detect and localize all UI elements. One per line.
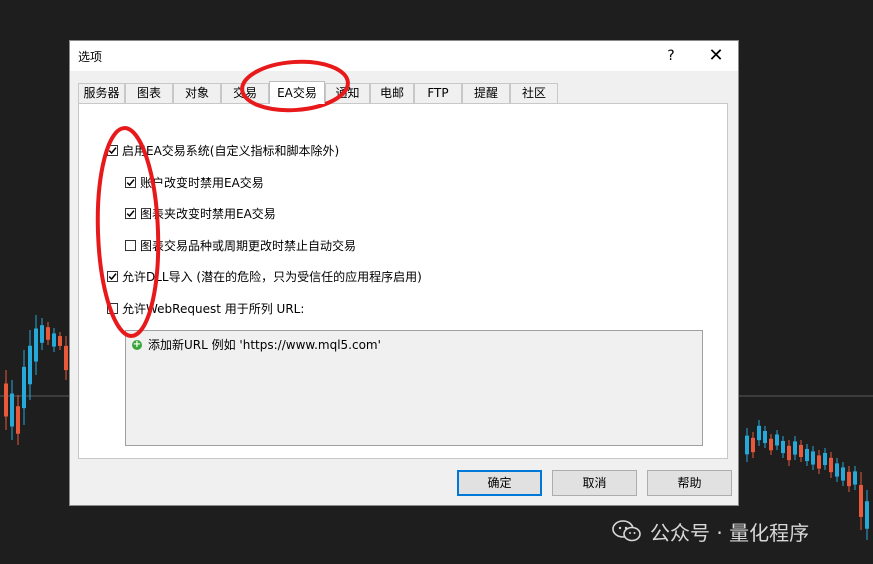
help-button[interactable]: 帮助 (647, 470, 732, 496)
tab-community[interactable]: 社区 (510, 83, 558, 103)
tab-notifications[interactable]: 通知 (325, 83, 370, 103)
check-icon (108, 272, 117, 280)
options-dialog: 选项 ? ✕ 服务器 图表 对象 交易 EA交易 通知 电邮 FTP 提醒 社区… (69, 40, 739, 506)
candle-body (58, 336, 62, 346)
allow-dll-label: 允许DLL导入 (潜在的危险，只为受信任的应用程序启用) (122, 269, 422, 284)
close-icon[interactable]: ✕ (701, 44, 731, 68)
url-list[interactable]: + 添加新URL 例如 'https://www.mql5.com' (125, 330, 703, 446)
tab-charts[interactable]: 图表 (125, 83, 173, 103)
candle-body (835, 463, 839, 477)
ea-settings-panel: 启用EA交易系统(自定义指标和脚本除外) 账户改变时禁用EA交易 图表夹改变时禁… (78, 103, 728, 459)
watermark: 公众号 · 量化程序 (612, 514, 809, 548)
candle-body (799, 444, 803, 458)
tab-trade[interactable]: 交易 (221, 83, 269, 103)
candle-body (28, 345, 32, 385)
candle-body (10, 393, 14, 427)
candle-body (811, 451, 815, 465)
candle-body (757, 425, 761, 441)
wechat-icon (612, 520, 641, 542)
candle-body (823, 452, 827, 466)
candle-body (775, 434, 779, 446)
check-icon (108, 146, 117, 154)
candle-body (40, 325, 44, 343)
allow-webrequest-checkbox[interactable] (107, 302, 118, 314)
candle-body (22, 366, 26, 409)
allow-dll-option[interactable]: 允许DLL导入 (潜在的危险，只为受信任的应用程序启用) (107, 268, 422, 284)
candle-body (781, 440, 785, 454)
add-icon: + (132, 338, 142, 350)
tab-objects[interactable]: 对象 (173, 83, 221, 103)
tab-expert-advisors[interactable]: EA交易 (269, 81, 325, 104)
tab-ftp[interactable]: FTP (414, 83, 462, 103)
candle-body (34, 328, 38, 362)
disable-on-symbol-change-checkbox[interactable] (125, 239, 136, 251)
candle-body (805, 448, 809, 462)
candle-body (847, 471, 851, 487)
allow-webrequest-option[interactable]: 允许WebRequest 用于所列 URL: (107, 300, 304, 316)
candle-body (769, 438, 773, 451)
disable-on-account-change-label: 账户改变时禁用EA交易 (140, 175, 264, 190)
candle-body (817, 455, 821, 469)
cancel-button[interactable]: 取消 (552, 470, 637, 496)
add-url-label: 添加新URL 例如 'https://www.mql5.com' (148, 338, 381, 352)
candle-body (865, 501, 869, 529)
title-bar: 选项 ? ✕ (70, 41, 738, 71)
tab-alerts[interactable]: 提醒 (462, 83, 510, 103)
candle-body (16, 406, 20, 434)
candle-body (829, 457, 833, 473)
candle-body (763, 430, 767, 444)
candle-body (859, 485, 863, 517)
disable-on-account-change-checkbox[interactable] (125, 176, 136, 188)
disable-on-symbol-change-label: 图表交易品种或周期更改时禁止自动交易 (140, 238, 357, 253)
add-url-item[interactable]: + 添加新URL 例如 'https://www.mql5.com' (132, 336, 381, 353)
disable-on-symbol-change-option[interactable]: 图表交易品种或周期更改时禁止自动交易 (125, 237, 356, 253)
enable-ea-checkbox[interactable] (107, 144, 118, 156)
disable-on-account-change-option[interactable]: 账户改变时禁用EA交易 (125, 174, 264, 190)
candle-body (787, 445, 791, 461)
candle-body (853, 471, 857, 485)
enable-ea-label: 启用EA交易系统(自定义指标和脚本除外) (122, 143, 340, 158)
check-icon (126, 209, 135, 217)
candle-body (841, 467, 845, 481)
disable-on-profile-change-option[interactable]: 图表夹改变时禁用EA交易 (125, 205, 276, 221)
dialog-title: 选项 (78, 50, 103, 64)
watermark-text: 公众号 · 量化程序 (650, 520, 810, 545)
candle-body (64, 345, 68, 371)
tab-email[interactable]: 电邮 (370, 83, 414, 103)
help-icon[interactable]: ? (656, 44, 686, 68)
candle-body (4, 383, 8, 417)
check-icon (126, 178, 135, 186)
candle-body (793, 441, 797, 455)
allow-webrequest-label: 允许WebRequest 用于所列 URL: (122, 301, 305, 316)
candle-body (52, 333, 56, 347)
enable-ea-option[interactable]: 启用EA交易系统(自定义指标和脚本除外) (107, 142, 339, 158)
ok-button[interactable]: 确定 (457, 470, 542, 496)
disable-on-profile-change-checkbox[interactable] (125, 207, 136, 219)
disable-on-profile-change-label: 图表夹改变时禁用EA交易 (140, 206, 276, 221)
candle-body (46, 327, 50, 340)
allow-dll-checkbox[interactable] (107, 270, 118, 282)
tab-server[interactable]: 服务器 (78, 83, 125, 103)
candle-body (745, 435, 749, 455)
candle-body (751, 437, 755, 453)
